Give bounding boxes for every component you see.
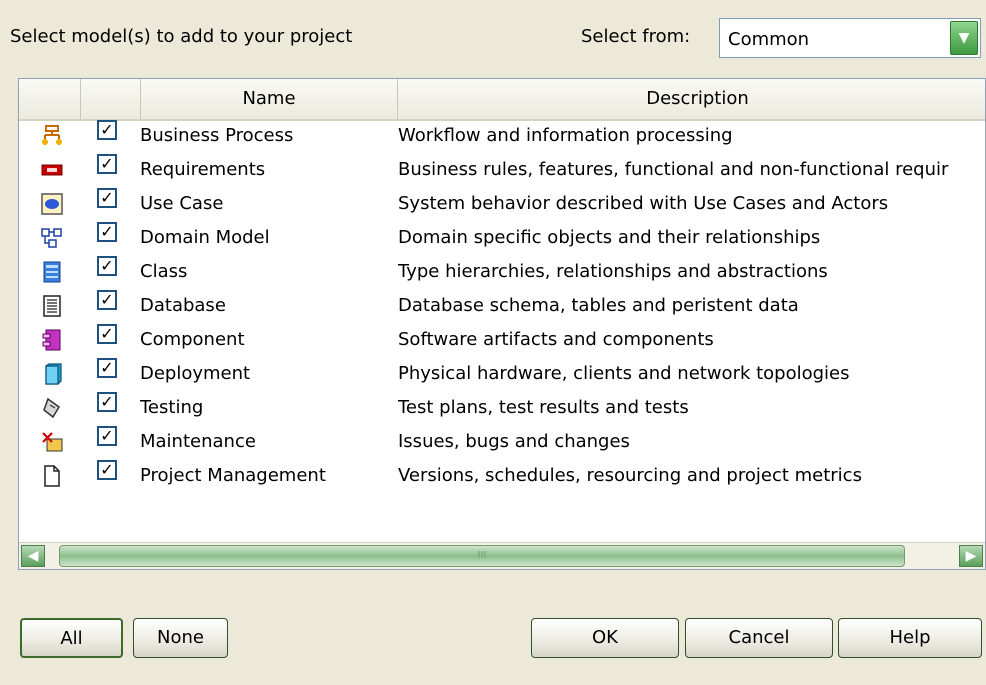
none-button[interactable]: None bbox=[133, 618, 228, 658]
row-name: Component bbox=[140, 329, 245, 350]
database-icon bbox=[41, 295, 63, 317]
row-description: Test plans, test results and tests bbox=[398, 397, 689, 418]
row-description: Workflow and information processing bbox=[398, 125, 733, 146]
row-checkbox[interactable]: ✓ bbox=[97, 154, 117, 174]
row-name: Domain Model bbox=[140, 227, 270, 248]
row-description: Software artifacts and components bbox=[398, 329, 714, 350]
row-name: Database bbox=[140, 295, 226, 316]
help-button[interactable]: Help bbox=[838, 618, 982, 658]
row-description: Business rules, features, functional and… bbox=[398, 159, 949, 180]
table-row[interactable]: ✓ Class Type hierarchies, relationships … bbox=[19, 255, 985, 289]
use-case-icon bbox=[41, 193, 63, 215]
row-name: Class bbox=[140, 261, 188, 282]
row-name: Maintenance bbox=[140, 431, 256, 452]
models-list[interactable]: Name Description ✓ Business Process Work… bbox=[18, 78, 986, 570]
table-row[interactable]: ✓ Testing Test plans, test results and t… bbox=[19, 391, 985, 425]
requirements-icon bbox=[41, 159, 63, 181]
component-icon bbox=[41, 329, 63, 351]
row-checkbox[interactable]: ✓ bbox=[97, 392, 117, 412]
row-description: Versions, schedules, resourcing and proj… bbox=[398, 465, 862, 486]
row-name: Deployment bbox=[140, 363, 251, 384]
row-name: Testing bbox=[140, 397, 204, 418]
scroll-right-icon[interactable]: ▶ bbox=[959, 545, 983, 567]
column-header-icon[interactable] bbox=[19, 79, 81, 119]
table-row[interactable]: ✓ Component Software artifacts and compo… bbox=[19, 323, 985, 357]
list-header: Name Description bbox=[19, 79, 985, 121]
row-description: Type hierarchies, relationships and abst… bbox=[398, 261, 828, 282]
row-checkbox[interactable]: ✓ bbox=[97, 256, 117, 276]
row-name: Project Management bbox=[140, 465, 326, 486]
row-checkbox[interactable]: ✓ bbox=[97, 426, 117, 446]
table-row[interactable]: ✓ Project Management Versions, schedules… bbox=[19, 459, 985, 493]
row-name: Use Case bbox=[140, 193, 224, 214]
row-description: Database schema, tables and peristent da… bbox=[398, 295, 799, 316]
row-checkbox[interactable]: ✓ bbox=[97, 188, 117, 208]
row-description: Domain specific objects and their relati… bbox=[398, 227, 821, 248]
horizontal-scrollbar[interactable]: ◀ III ▶ bbox=[19, 542, 985, 569]
column-header-name[interactable]: Name bbox=[141, 79, 398, 119]
cancel-button[interactable]: Cancel bbox=[685, 618, 833, 658]
row-description: Physical hardware, clients and network t… bbox=[398, 363, 850, 384]
select-from-label: Select from: bbox=[581, 26, 691, 47]
table-row[interactable]: ✓ Use Case System behavior described wit… bbox=[19, 187, 985, 221]
row-checkbox[interactable]: ✓ bbox=[97, 324, 117, 344]
ok-button[interactable]: OK bbox=[531, 618, 679, 658]
maintenance-icon bbox=[41, 431, 63, 453]
scrollbar-thumb[interactable]: III bbox=[59, 545, 905, 567]
table-row[interactable]: ✓ Database Database schema, tables and p… bbox=[19, 289, 985, 323]
row-checkbox[interactable]: ✓ bbox=[97, 460, 117, 480]
column-header-description[interactable]: Description bbox=[398, 79, 985, 119]
row-checkbox[interactable]: ✓ bbox=[97, 120, 117, 140]
select-from-value: Common bbox=[728, 29, 810, 50]
row-name: Business Process bbox=[140, 125, 294, 146]
all-button[interactable]: All bbox=[20, 618, 123, 658]
scroll-left-icon[interactable]: ◀ bbox=[21, 545, 45, 567]
row-checkbox[interactable]: ✓ bbox=[97, 290, 117, 310]
table-row[interactable]: ✓ Domain Model Domain specific objects a… bbox=[19, 221, 985, 255]
row-name: Requirements bbox=[140, 159, 266, 180]
table-row[interactable]: ✓ Requirements Business rules, features,… bbox=[19, 153, 985, 187]
row-description: System behavior described with Use Cases… bbox=[398, 193, 889, 214]
column-header-check[interactable] bbox=[81, 79, 141, 119]
dropdown-arrow-icon[interactable]: ▼ bbox=[950, 21, 978, 55]
table-row[interactable]: ✓ Deployment Physical hardware, clients … bbox=[19, 357, 985, 391]
table-row[interactable]: ✓ Maintenance Issues, bugs and changes bbox=[19, 425, 985, 459]
row-description: Issues, bugs and changes bbox=[398, 431, 630, 452]
class-icon bbox=[41, 261, 63, 283]
select-from-dropdown[interactable]: Common ▼ bbox=[719, 18, 981, 58]
project-management-icon bbox=[41, 465, 63, 487]
row-checkbox[interactable]: ✓ bbox=[97, 222, 117, 242]
row-checkbox[interactable]: ✓ bbox=[97, 358, 117, 378]
domain-model-icon bbox=[41, 227, 63, 249]
business-process-icon bbox=[41, 125, 63, 147]
testing-icon bbox=[41, 397, 63, 419]
deployment-icon bbox=[41, 363, 63, 385]
prompt-text: Select model(s) to add to your project bbox=[10, 26, 353, 47]
table-row[interactable]: ✓ Business Process Workflow and informat… bbox=[19, 119, 985, 153]
